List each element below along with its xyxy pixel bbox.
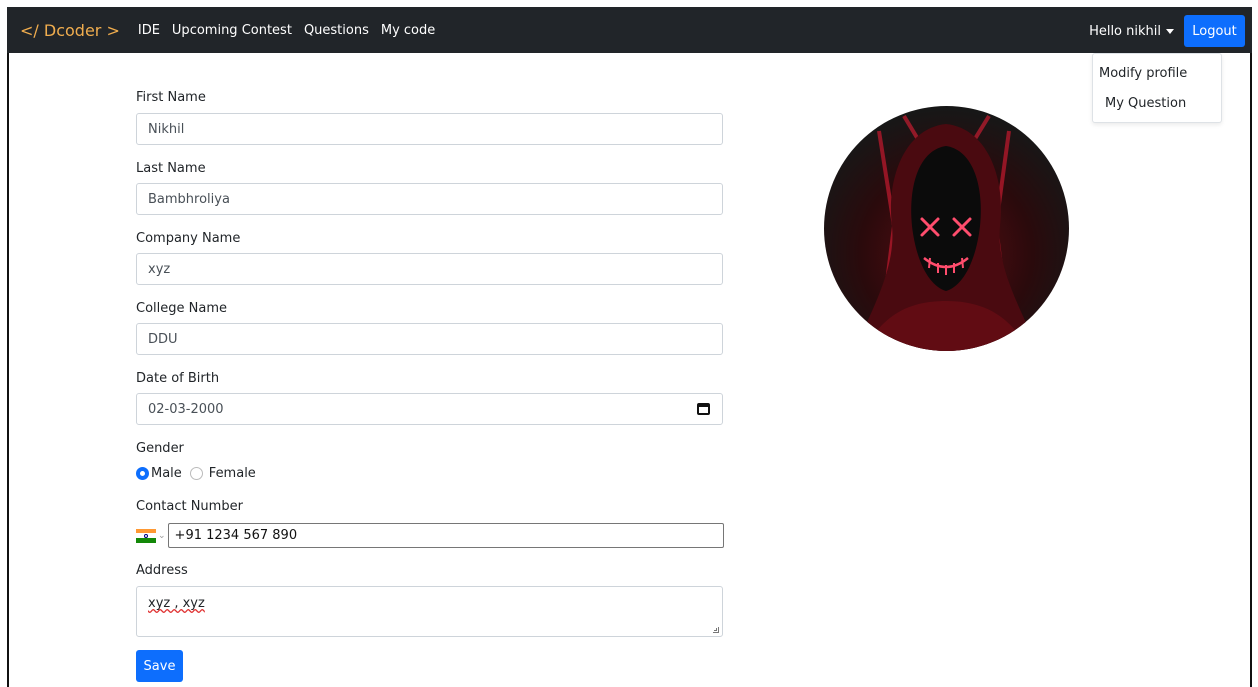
- contact-number-input[interactable]: +91 1234 567 890: [167, 523, 724, 548]
- nav-link-my-code[interactable]: My code: [381, 23, 435, 38]
- caret-down-icon: [1166, 28, 1174, 34]
- first-name-input[interactable]: Nikhil: [136, 113, 723, 145]
- last-name-label: Last Name: [136, 161, 206, 176]
- save-button[interactable]: Save: [136, 650, 183, 682]
- brand-logo[interactable]: </ Dcoder >: [20, 21, 120, 40]
- dob-value: 02-03-2000: [148, 401, 224, 417]
- phone-field: ⌄ +91 1234 567 890: [136, 523, 724, 548]
- dropdown-item-my-question[interactable]: My Question: [1105, 96, 1186, 111]
- gender-female-label[interactable]: Female: [209, 466, 256, 481]
- contact-number-label: Contact Number: [136, 499, 243, 514]
- navbar: </ Dcoder > IDE Upcoming Contest Questio…: [7, 7, 1252, 53]
- last-name-value: Bambhroliya: [148, 191, 230, 207]
- user-menu-toggle[interactable]: Hello nikhil: [1089, 24, 1174, 39]
- college-name-label: College Name: [136, 301, 227, 316]
- resize-grip-inner: [714, 628, 717, 631]
- nav-link-questions[interactable]: Questions: [304, 23, 369, 38]
- avatar-image: [854, 114, 1039, 351]
- company-name-value: xyz: [148, 261, 171, 277]
- logout-button[interactable]: Logout: [1184, 15, 1245, 47]
- address-value: xyz , xyz: [148, 596, 205, 611]
- gender-female-radio[interactable]: [189, 467, 203, 480]
- calendar-icon[interactable]: [697, 403, 710, 415]
- dropdown-item-modify-profile[interactable]: Modify profile: [1099, 66, 1187, 81]
- gender-male-radio[interactable]: [136, 467, 149, 480]
- nav-link-upcoming-contest[interactable]: Upcoming Contest: [172, 23, 292, 38]
- gender-male-label[interactable]: Male: [151, 466, 182, 481]
- address-textarea[interactable]: xyz , xyz: [136, 586, 723, 637]
- dob-label: Date of Birth: [136, 371, 220, 386]
- address-label: Address: [136, 563, 188, 578]
- company-name-input[interactable]: xyz: [136, 253, 723, 285]
- college-name-value: DDU: [148, 331, 178, 347]
- contact-number-value: +91 1234 567 890: [174, 528, 298, 543]
- india-flag-icon[interactable]: [136, 528, 156, 543]
- college-name-input[interactable]: DDU: [136, 323, 723, 355]
- first-name-value: Nikhil: [148, 121, 185, 137]
- chevron-down-icon[interactable]: ⌄: [158, 531, 166, 541]
- navbar-right: Hello nikhil Logout: [1089, 15, 1245, 47]
- avatar: [824, 106, 1069, 351]
- nav-link-ide[interactable]: IDE: [138, 23, 160, 38]
- gender-radio-group: Male Female: [136, 466, 256, 481]
- last-name-input[interactable]: Bambhroliya: [136, 183, 723, 215]
- dob-input[interactable]: 02-03-2000: [136, 393, 723, 425]
- gender-label: Gender: [136, 441, 184, 456]
- user-greeting: Hello nikhil: [1089, 23, 1161, 39]
- first-name-label: First Name: [136, 90, 206, 105]
- company-name-label: Company Name: [136, 231, 241, 246]
- user-dropdown-menu: Modify profile My Question: [1092, 53, 1222, 123]
